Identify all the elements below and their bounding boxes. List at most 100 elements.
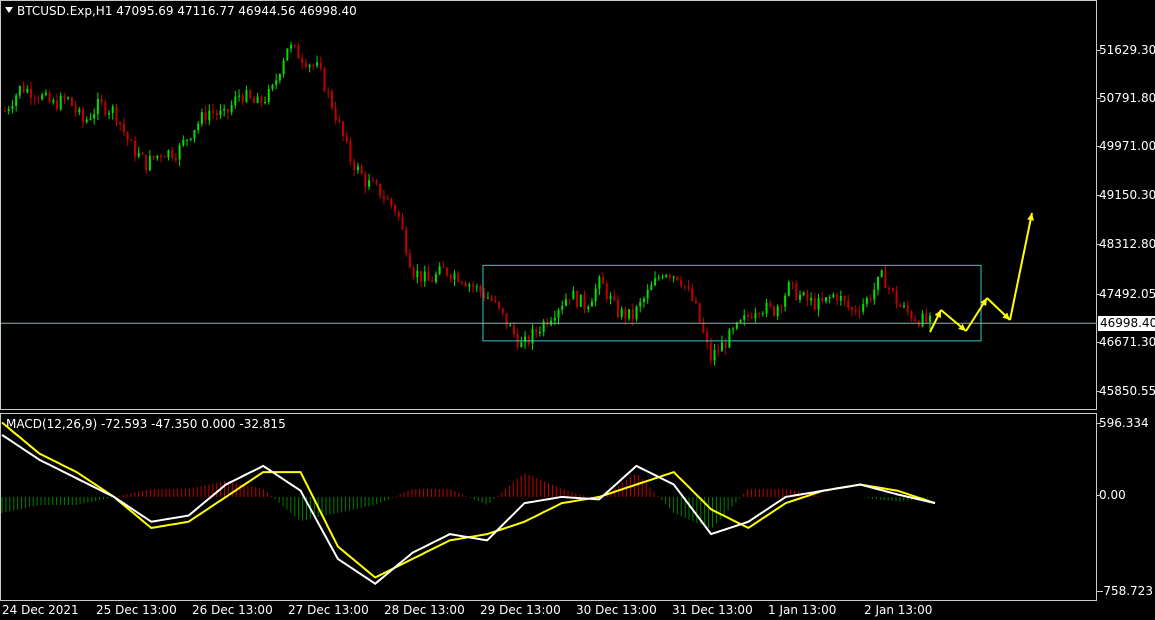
candle-body bbox=[847, 300, 850, 308]
candle-body bbox=[505, 313, 508, 327]
range-box bbox=[482, 264, 982, 342]
candle-body bbox=[427, 271, 430, 281]
candle-body bbox=[394, 205, 397, 212]
candle-body bbox=[728, 329, 731, 348]
candle-body bbox=[193, 129, 196, 139]
candle-body bbox=[527, 336, 530, 344]
candle-body bbox=[880, 270, 883, 277]
candle-body bbox=[824, 297, 827, 302]
candle-body bbox=[353, 161, 356, 171]
candle-body bbox=[605, 283, 608, 299]
candle-body bbox=[810, 297, 813, 301]
candle-body bbox=[850, 307, 853, 311]
candle-body bbox=[509, 325, 512, 327]
candle-body bbox=[249, 90, 252, 98]
candle-body bbox=[761, 313, 764, 315]
candle-body bbox=[746, 315, 749, 317]
candle-body bbox=[787, 282, 790, 296]
candle-body bbox=[197, 123, 200, 130]
candle-body bbox=[163, 156, 166, 158]
candle-body bbox=[245, 90, 248, 102]
candle-body bbox=[238, 95, 241, 97]
candle-body bbox=[434, 274, 437, 282]
candle-body bbox=[223, 109, 226, 111]
candle-body bbox=[772, 306, 775, 317]
candle-body bbox=[594, 288, 597, 302]
candle-body bbox=[364, 173, 367, 187]
candle-body bbox=[780, 306, 783, 308]
candle-body bbox=[616, 300, 619, 317]
candle-body bbox=[483, 292, 486, 299]
candle-body bbox=[854, 310, 857, 312]
candle-body bbox=[732, 328, 735, 330]
price-tick: 50791.80 bbox=[1096, 91, 1155, 105]
candle-body bbox=[531, 329, 534, 344]
candle-body bbox=[278, 74, 281, 81]
candle-body bbox=[576, 290, 579, 307]
candle-body bbox=[579, 294, 582, 307]
candle-body bbox=[873, 289, 876, 300]
candle-body bbox=[252, 97, 255, 103]
candle-body bbox=[479, 286, 482, 293]
candle-body bbox=[382, 196, 385, 199]
candle-body bbox=[832, 294, 835, 298]
candle-body bbox=[858, 311, 861, 313]
candle-body bbox=[498, 301, 501, 309]
candle-body bbox=[208, 110, 211, 121]
candle-body bbox=[535, 329, 538, 333]
candle-body bbox=[661, 276, 664, 278]
candle-body bbox=[583, 294, 586, 310]
candle-body bbox=[475, 286, 478, 288]
candle-body bbox=[512, 325, 515, 335]
candle-body bbox=[141, 153, 144, 155]
candle-body bbox=[15, 95, 18, 107]
candle-body bbox=[70, 97, 73, 106]
candle-body bbox=[620, 308, 623, 317]
candle-body bbox=[338, 120, 341, 122]
candle-body bbox=[89, 118, 92, 120]
candle-body bbox=[4, 110, 6, 112]
candle-body bbox=[368, 180, 371, 187]
candle-body bbox=[520, 342, 523, 348]
candle-body bbox=[167, 150, 170, 158]
current-price-tag: 46998.40 bbox=[1098, 316, 1155, 331]
candle-body bbox=[713, 350, 716, 361]
candle-body bbox=[442, 266, 445, 268]
candle-body bbox=[654, 278, 657, 286]
candle-body bbox=[613, 296, 616, 301]
candle-body bbox=[572, 290, 575, 300]
time-label: 25 Dec 13:00 bbox=[96, 603, 177, 617]
candle-body bbox=[791, 282, 794, 284]
candle-body bbox=[590, 301, 593, 307]
candle-body bbox=[449, 275, 452, 280]
candle-body bbox=[646, 290, 649, 299]
candle-body bbox=[750, 316, 753, 319]
candle-body bbox=[204, 112, 207, 121]
candle-body bbox=[30, 88, 33, 98]
time-label: 26 Dec 13:00 bbox=[192, 603, 273, 617]
candle-body bbox=[628, 309, 631, 319]
candle-body bbox=[230, 105, 233, 113]
candle-body bbox=[182, 139, 185, 146]
macd-main-line bbox=[1, 434, 936, 585]
candle-body bbox=[683, 285, 686, 287]
candle-body bbox=[795, 283, 798, 300]
candle-body bbox=[267, 88, 270, 103]
candle-body bbox=[464, 283, 467, 287]
candle-body bbox=[691, 288, 694, 301]
time-label: 31 Dec 13:00 bbox=[672, 603, 753, 617]
candle-body bbox=[371, 180, 374, 182]
candle-body bbox=[631, 309, 634, 320]
candle-body bbox=[758, 313, 761, 315]
candle-body bbox=[286, 48, 289, 61]
candle-body bbox=[501, 308, 504, 314]
candle-body bbox=[602, 277, 605, 284]
candle-body bbox=[156, 155, 159, 159]
candle-body bbox=[290, 45, 293, 49]
candle-body bbox=[171, 150, 174, 159]
candle-body bbox=[598, 277, 601, 289]
candle-body bbox=[130, 140, 133, 142]
candle-body bbox=[490, 297, 493, 301]
candle-body bbox=[26, 88, 29, 93]
candle-body bbox=[37, 98, 40, 100]
